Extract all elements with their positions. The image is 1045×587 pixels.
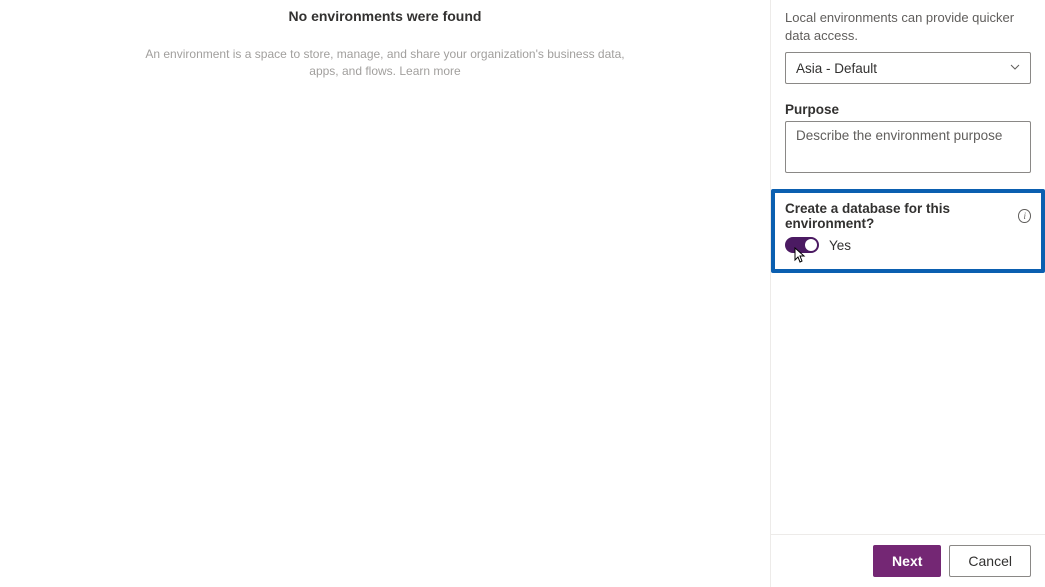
- panel-footer: Next Cancel: [771, 534, 1045, 587]
- learn-more-link[interactable]: Learn more: [399, 64, 460, 78]
- create-database-toggle[interactable]: [785, 237, 819, 253]
- empty-state-subtitle: An environment is a space to store, mana…: [145, 46, 625, 80]
- region-help-text: Local environments can provide quicker d…: [785, 9, 1031, 44]
- empty-state-text: An environment is a space to store, mana…: [145, 47, 624, 78]
- cursor-icon: [791, 247, 807, 268]
- create-database-label: Create a database for this environment?: [785, 201, 1012, 231]
- purpose-textarea[interactable]: [785, 121, 1031, 173]
- next-button[interactable]: Next: [873, 545, 941, 577]
- toggle-state-label: Yes: [829, 238, 851, 253]
- purpose-label: Purpose: [785, 102, 1031, 117]
- new-environment-panel: Region * Local environments can provide …: [770, 0, 1045, 587]
- info-icon[interactable]: i: [1018, 209, 1031, 223]
- cancel-button[interactable]: Cancel: [949, 545, 1031, 577]
- empty-state-title: No environments were found: [0, 8, 770, 24]
- create-database-highlight: Create a database for this environment? …: [771, 189, 1045, 273]
- toggle-knob: [805, 239, 817, 251]
- main-content: No environments were found An environmen…: [0, 0, 770, 587]
- region-select[interactable]: Asia - Default: [785, 52, 1031, 84]
- region-label: Region *: [785, 0, 1031, 3]
- region-select-wrap: Asia - Default: [785, 52, 1031, 84]
